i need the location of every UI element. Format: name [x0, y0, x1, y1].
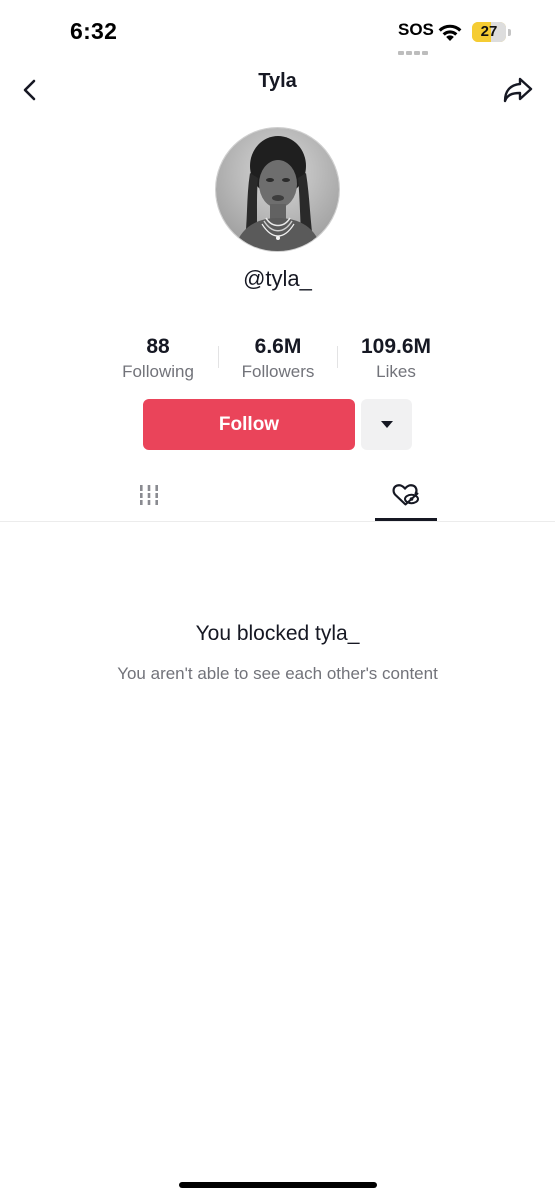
profile-header: Tyla [0, 66, 555, 114]
share-arrow-icon [503, 77, 533, 103]
profile-stats: 88 Following 6.6M Followers 109.6M Likes [0, 334, 555, 384]
profile-photo [216, 128, 339, 251]
status-time: 6:32 [70, 18, 118, 44]
following-label: Following [122, 362, 194, 381]
stat-likes[interactable]: 109.6M Likes [331, 334, 461, 384]
battery-icon: 27 [472, 22, 512, 42]
blocked-title: You blocked tyla_ [195, 622, 360, 645]
tab-videos[interactable] [118, 470, 180, 520]
follow-button[interactable]: Follow [143, 399, 355, 450]
battery-body: 27 [472, 22, 506, 42]
content-tabs [0, 470, 555, 522]
blocked-subtitle: You aren't able to see each other's cont… [117, 664, 438, 683]
active-tab-indicator [375, 518, 437, 521]
share-button[interactable] [500, 74, 536, 106]
username: @tyla_ [243, 266, 312, 291]
videos-grid-icon [138, 485, 160, 505]
tab-liked[interactable] [375, 470, 437, 520]
wifi-icon [438, 24, 462, 41]
avatar[interactable] [215, 127, 340, 252]
caret-down-icon [380, 420, 393, 428]
following-count: 88 [146, 335, 170, 358]
stat-followers[interactable]: 6.6M Followers [213, 334, 343, 384]
stat-following[interactable]: 88 Following [93, 334, 223, 384]
battery-cap [508, 29, 511, 36]
battery-percent: 27 [480, 23, 498, 40]
sos-indicator: SOS [398, 20, 434, 39]
home-indicator[interactable] [179, 1182, 377, 1188]
signal-dots [398, 42, 430, 55]
followers-label: Followers [241, 362, 315, 381]
likes-count: 109.6M [360, 335, 432, 358]
followers-count: 6.6M [254, 335, 302, 358]
more-options-button[interactable] [361, 399, 412, 450]
status-bar: 6:32 SOS 27 [0, 0, 555, 66]
liked-hidden-icon [392, 484, 419, 506]
page-title: Tyla [258, 70, 297, 92]
likes-label: Likes [376, 362, 416, 381]
